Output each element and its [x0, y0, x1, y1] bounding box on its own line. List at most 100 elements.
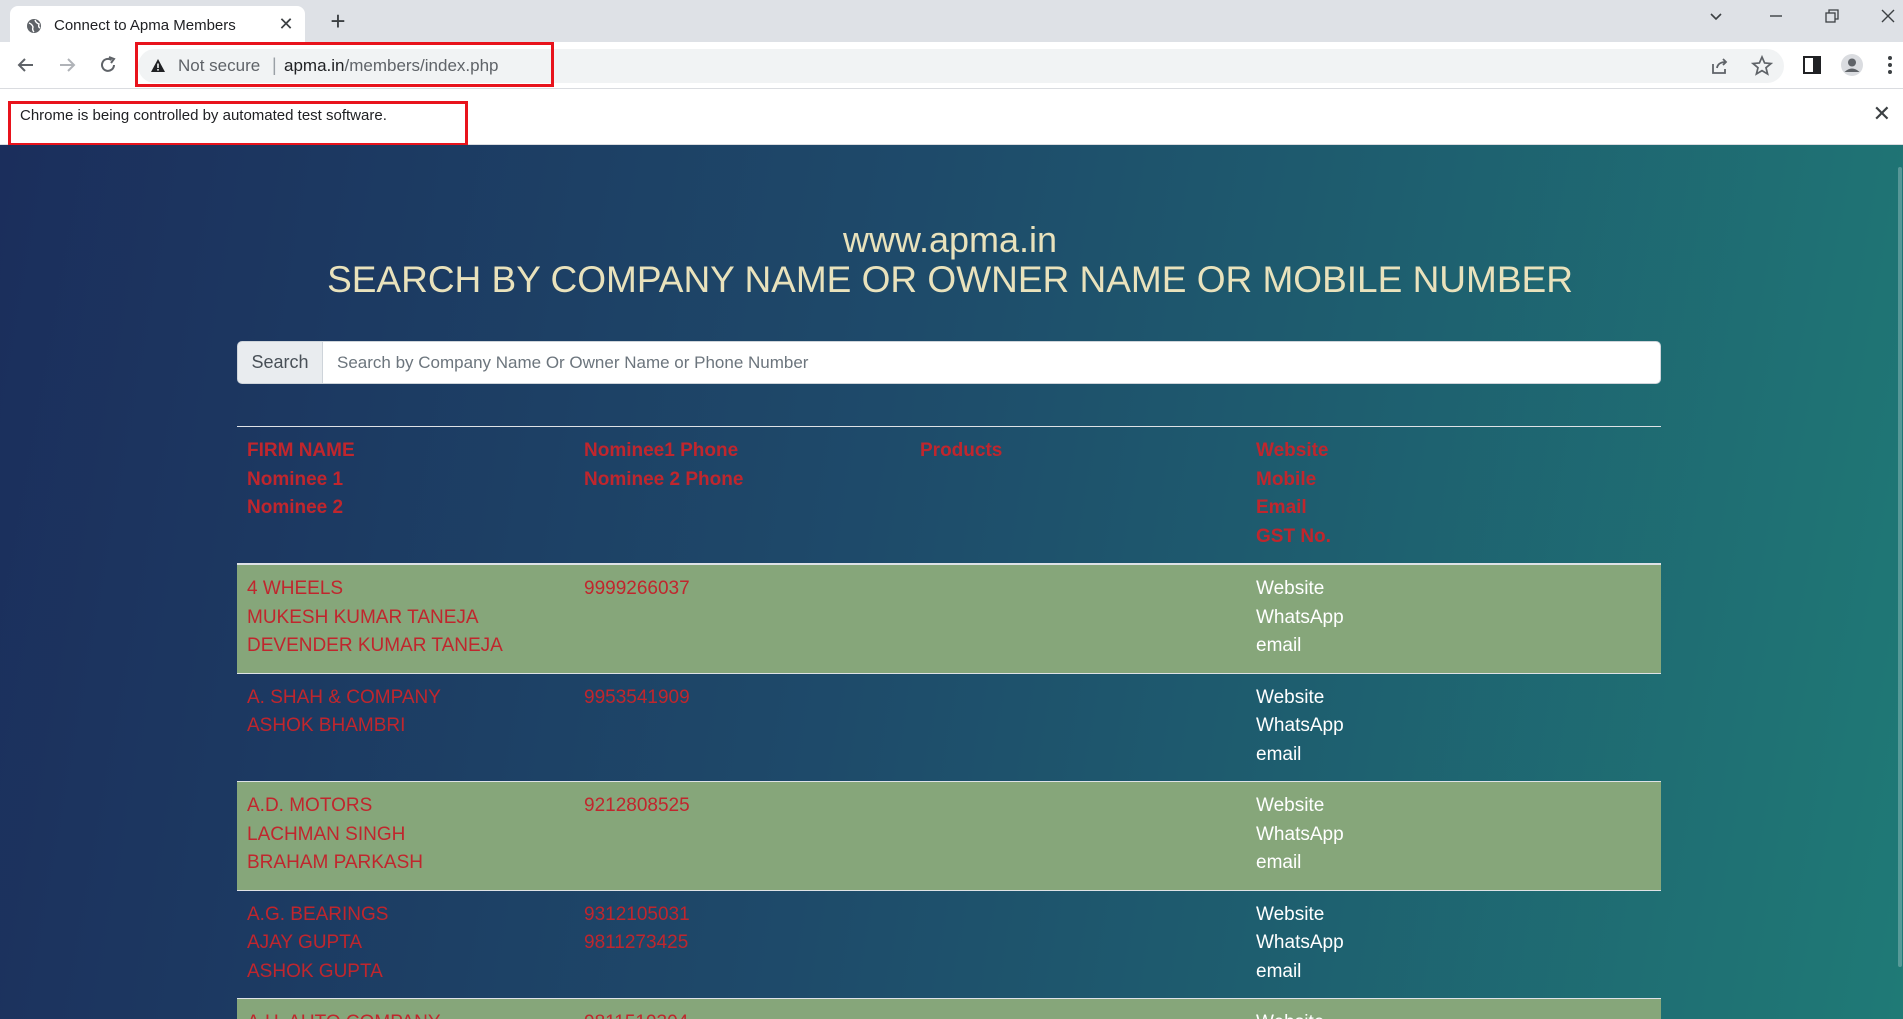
links-cell: Website WhatsApp email	[1246, 782, 1661, 891]
firm-name: A.H. AUTO COMPANY	[247, 1009, 564, 1019]
whatsapp-link[interactable]: WhatsApp	[1256, 929, 1651, 958]
header-label: Nominee 2 Phone	[584, 468, 744, 490]
phone-cell: 9811519304	[574, 999, 910, 1019]
scrollbar-thumb[interactable]	[1898, 167, 1902, 967]
firm-name: A. SHAH & COMPANY	[247, 686, 441, 708]
profile-avatar-icon[interactable]	[1840, 53, 1864, 77]
header-label: Nominee 1	[247, 468, 344, 490]
browser-tab[interactable]: Connect to Apma Members ✕	[10, 6, 305, 42]
page-scrollbar[interactable]	[1897, 145, 1903, 1019]
bookmark-star-icon[interactable]	[1750, 54, 1774, 78]
email-link[interactable]: email	[1256, 741, 1651, 770]
forward-icon[interactable]	[55, 54, 79, 78]
phone-2: 9811273425	[584, 932, 689, 953]
nominee-2: DEVENDER KUMAR TANEJA	[247, 635, 503, 656]
header-label: Website	[1256, 440, 1329, 461]
menu-kebab-icon[interactable]	[1878, 53, 1902, 77]
website-link[interactable]: Website	[1256, 1009, 1651, 1019]
firm-cell: 4 WHEELS MUKESH KUMAR TANEJA DEVENDER KU…	[237, 564, 574, 673]
table-row: A. SHAH & COMPANY ASHOK BHAMBRI 99535419…	[237, 673, 1661, 782]
header-label: GST No.	[1256, 525, 1331, 547]
table-row: A.G. BEARINGS AJAY GUPTA ASHOK GUPTA 931…	[237, 890, 1661, 999]
nominee-1: AJAY GUPTA	[247, 932, 363, 953]
links-cell: Website	[1246, 999, 1661, 1019]
tab-title: Connect to Apma Members	[54, 17, 236, 34]
email-link[interactable]: email	[1256, 849, 1651, 878]
address-bar-highlight	[135, 42, 554, 87]
table-header-row: FIRM NAME Nominee 1 Nominee 2 Nominee1 P…	[237, 426, 1661, 565]
header-firm-name: FIRM NAME Nominee 1 Nominee 2	[237, 427, 574, 565]
header-label: Products	[920, 440, 1003, 461]
header-contact: Website Mobile Email GST No.	[1246, 427, 1661, 565]
products-cell	[910, 890, 1246, 999]
header-products: Products	[910, 427, 1246, 565]
table-row: A.D. MOTORS LACHMAN SINGH BRAHAM PARKASH…	[237, 781, 1661, 891]
products-cell	[910, 564, 1246, 673]
back-icon[interactable]	[14, 54, 38, 78]
whatsapp-link[interactable]: WhatsApp	[1256, 821, 1651, 850]
firm-cell: A.H. AUTO COMPANY	[237, 999, 574, 1019]
firm-cell: A.D. MOTORS LACHMAN SINGH BRAHAM PARKASH	[237, 782, 574, 891]
website-link[interactable]: Website	[1256, 901, 1651, 930]
website-link[interactable]: Website	[1256, 575, 1651, 604]
phone-cell: 9212808525	[574, 782, 910, 891]
search-input[interactable]	[323, 341, 1661, 384]
search-group: Search	[237, 341, 1661, 384]
firm-cell: A. SHAH & COMPANY ASHOK BHAMBRI	[237, 673, 574, 782]
phone-1: 9999266037	[584, 578, 690, 599]
phone-1: 9811519304	[584, 1009, 900, 1019]
nominee-1: LACHMAN SINGH	[247, 823, 406, 845]
reload-icon[interactable]	[96, 54, 120, 78]
firm-cell: A.G. BEARINGS AJAY GUPTA ASHOK GUPTA	[237, 890, 574, 999]
site-title: www.apma.in	[842, 219, 1058, 260]
minimize-icon[interactable]	[1764, 8, 1788, 30]
search-button[interactable]: Search	[237, 341, 323, 384]
whatsapp-link[interactable]: WhatsApp	[1256, 604, 1651, 633]
page-headline: SEARCH BY COMPANY NAME OR OWNER NAME OR …	[327, 259, 1573, 300]
infobar-highlight	[8, 101, 468, 146]
tab-close-icon[interactable]: ✕	[277, 15, 295, 33]
phone-1: 9212808525	[584, 795, 690, 816]
infobar-close-icon[interactable]: ✕	[1873, 103, 1891, 125]
phone-cell: 9999266037	[574, 564, 910, 673]
nominee-1: ASHOK BHAMBRI	[247, 715, 406, 736]
header-phones: Nominee1 Phone Nominee 2 Phone	[574, 427, 910, 565]
nominee-2: BRAHAM PARKASH	[247, 852, 423, 873]
email-link[interactable]: email	[1256, 632, 1651, 661]
whatsapp-link[interactable]: WhatsApp	[1256, 712, 1651, 741]
nominee-2: ASHOK GUPTA	[247, 960, 383, 982]
products-cell	[910, 782, 1246, 891]
header-label: Mobile	[1256, 468, 1317, 490]
firm-name: 4 WHEELS	[247, 578, 344, 599]
table-row: A.H. AUTO COMPANY 9811519304 Website	[237, 998, 1661, 1019]
website-link[interactable]: Website	[1256, 684, 1651, 713]
website-link[interactable]: Website	[1256, 792, 1651, 821]
phone-1: 9312105031	[584, 903, 690, 925]
phone-cell: 9953541909	[574, 673, 910, 782]
table-row: 4 WHEELS MUKESH KUMAR TANEJA DEVENDER KU…	[237, 564, 1661, 673]
tab-search-icon[interactable]	[1704, 8, 1728, 30]
phone-1: 9953541909	[584, 686, 690, 708]
share-icon[interactable]	[1708, 54, 1732, 78]
header-label: Nominee1 Phone	[584, 440, 739, 461]
firm-name: A.G. BEARINGS	[247, 903, 389, 925]
header-label: Email	[1256, 497, 1307, 518]
side-panel-icon[interactable]	[1800, 53, 1824, 77]
links-cell: Website WhatsApp email	[1246, 890, 1661, 999]
globe-icon	[27, 19, 41, 33]
links-cell: Website WhatsApp email	[1246, 673, 1661, 782]
restore-icon[interactable]	[1820, 8, 1844, 30]
page-content: www.apma.in SEARCH BY COMPANY NAME OR OW…	[0, 145, 1903, 1019]
close-window-icon[interactable]	[1876, 8, 1900, 30]
header-label: FIRM NAME	[247, 440, 355, 461]
tab-strip: Connect to Apma Members ✕ +	[0, 0, 1903, 42]
members-table: FIRM NAME Nominee 1 Nominee 2 Nominee1 P…	[237, 426, 1661, 1019]
firm-name: A.D. MOTORS	[247, 795, 373, 816]
new-tab-button[interactable]: +	[325, 8, 351, 34]
header-label: Nominee 2	[247, 497, 344, 518]
email-link[interactable]: email	[1256, 958, 1651, 987]
phone-cell: 9312105031 9811273425	[574, 890, 910, 999]
products-cell	[910, 999, 1246, 1019]
links-cell: Website WhatsApp email	[1246, 564, 1661, 673]
nominee-1: MUKESH KUMAR TANEJA	[247, 606, 479, 628]
